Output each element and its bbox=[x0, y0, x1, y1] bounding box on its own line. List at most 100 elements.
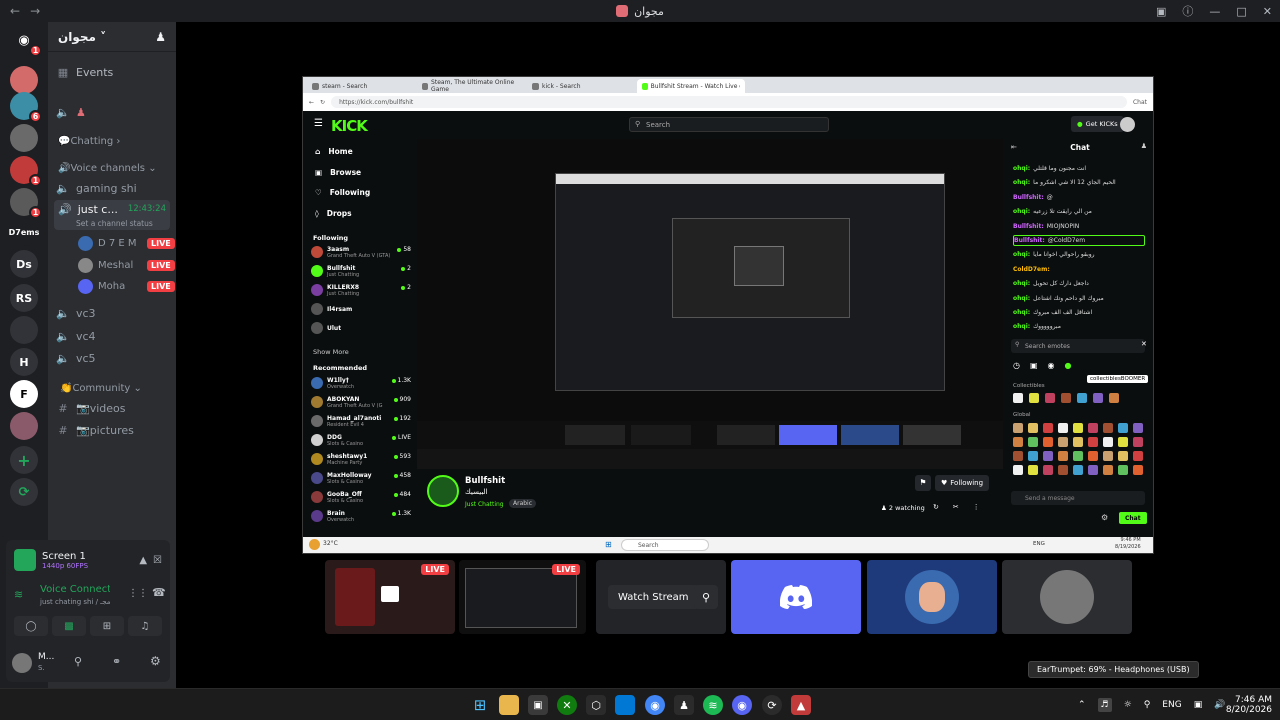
back-icon[interactable]: ← bbox=[309, 99, 314, 106]
close-window-icon[interactable]: ✕ bbox=[1263, 5, 1272, 18]
stop-share-icon[interactable]: ☒ bbox=[153, 555, 162, 566]
browser-tab[interactable]: Steam, The Ultimate Online Game bbox=[417, 79, 525, 93]
server-icon-7[interactable]: Ds bbox=[10, 250, 38, 278]
emote[interactable] bbox=[1088, 437, 1098, 447]
browser-tab-active[interactable]: Bullfshit Stream - Watch Live on Kick bbox=[637, 79, 745, 93]
inbox-icon[interactable]: ▣ bbox=[1156, 5, 1166, 18]
profile-avatar[interactable] bbox=[1120, 117, 1135, 132]
share-icon[interactable]: ↻ bbox=[933, 503, 939, 511]
inner-taskbar-search[interactable]: Search bbox=[621, 539, 709, 551]
server-header[interactable]: مجوان ˅ ♟ bbox=[48, 22, 176, 52]
text-channel-pictures[interactable]: # 📷pictures bbox=[56, 420, 166, 440]
nav-following[interactable]: ♡ Following bbox=[315, 185, 370, 199]
streamer-name[interactable]: Bullfshit bbox=[465, 476, 505, 486]
voice-channel-vc5[interactable]: 🔈 vc5 bbox=[56, 348, 166, 368]
emote[interactable] bbox=[1103, 465, 1113, 475]
recent-emotes-icon[interactable]: ◷ bbox=[1013, 361, 1020, 370]
voice-channel-gaming[interactable]: 🔈 gaming shi bbox=[56, 178, 170, 198]
kick-channel-item[interactable]: Bullfshit Just Chatting 2 bbox=[311, 262, 411, 280]
emote[interactable] bbox=[1088, 465, 1098, 475]
nav-drops[interactable]: ◊ Drops bbox=[315, 206, 352, 220]
close-emotes-icon[interactable]: ✕ bbox=[1141, 340, 1147, 348]
tray-chevron-icon[interactable]: ⌃ bbox=[1078, 700, 1086, 710]
streamer-avatar[interactable] bbox=[427, 475, 459, 507]
emote[interactable] bbox=[1133, 465, 1143, 475]
maximize-icon[interactable]: □ bbox=[1236, 5, 1246, 18]
emote[interactable] bbox=[1028, 451, 1038, 461]
stream-tile-2[interactable]: LIVE bbox=[459, 560, 586, 634]
gamepad-icon[interactable]: ▲ bbox=[139, 555, 147, 566]
menu-icon[interactable]: ☰ bbox=[314, 118, 323, 129]
server-icon-3[interactable] bbox=[10, 124, 38, 152]
screen-share-button[interactable]: ▩ bbox=[52, 616, 86, 636]
emote[interactable] bbox=[1043, 437, 1053, 447]
clock[interactable]: 7:46 AM 8/20/2026 bbox=[1226, 689, 1272, 720]
kick-channel-item[interactable]: 3aasm Grand Theft Auto V (GTA) 58 bbox=[311, 243, 411, 261]
channel-status[interactable]: Set a channel status bbox=[76, 219, 153, 228]
settings-gear-icon[interactable]: ⚙ bbox=[150, 654, 161, 668]
app-icon-2[interactable]: ♟ bbox=[674, 695, 694, 715]
emote[interactable] bbox=[1058, 437, 1068, 447]
emote[interactable] bbox=[1133, 451, 1143, 461]
file-explorer-icon[interactable] bbox=[499, 695, 519, 715]
minimize-icon[interactable]: — bbox=[1209, 5, 1220, 18]
store-icon[interactable]: ▣ bbox=[528, 695, 548, 715]
kick-channel-item[interactable]: Hamad_al7anoti Resident Evil 4 192 bbox=[311, 412, 411, 430]
chat-send-button[interactable]: Chat bbox=[1119, 512, 1147, 524]
stream-tag[interactable]: Arabic bbox=[509, 499, 537, 508]
video-player[interactable] bbox=[417, 139, 1003, 469]
start-icon[interactable]: ⊞ bbox=[470, 695, 490, 715]
kick-channel-item[interactable]: ABOKYAN Grand Theft Auto V (G 909 bbox=[311, 393, 411, 411]
text-channel-videos[interactable]: # 📷videos bbox=[56, 398, 166, 418]
collectible-emote[interactable] bbox=[1077, 393, 1087, 403]
category-voice[interactable]: 🔊Voice channels ⌄ bbox=[58, 163, 157, 174]
server-icon-12[interactable] bbox=[10, 412, 38, 440]
kick-channel-item[interactable]: KILLERX8 Just Chatting 2 bbox=[311, 281, 411, 299]
following-button[interactable]: ♥ Following bbox=[935, 475, 990, 491]
chat-users-icon[interactable]: ♟ bbox=[1141, 142, 1147, 150]
language-indicator[interactable]: ENG bbox=[1162, 700, 1181, 710]
brightness-icon[interactable]: ☼ bbox=[1124, 700, 1132, 710]
collectible-emote[interactable] bbox=[1013, 393, 1023, 403]
chat-toolbar-button[interactable]: Chat bbox=[1133, 99, 1147, 106]
kick-channel-item[interactable]: DDG Slots & Casino LIVE bbox=[311, 431, 411, 449]
collectible-emote[interactable] bbox=[1045, 393, 1055, 403]
voice-channel-unnamed[interactable]: 🔈 ♟ bbox=[56, 102, 170, 122]
kick-channel-item[interactable]: GooBa_Off Slots & Casino 484 bbox=[311, 488, 411, 506]
emote[interactable] bbox=[1073, 437, 1083, 447]
popout-icon[interactable]: ⚲ bbox=[694, 585, 718, 609]
collectible-emote[interactable] bbox=[1093, 393, 1103, 403]
collectible-emote[interactable] bbox=[1029, 393, 1039, 403]
emote[interactable] bbox=[1043, 423, 1053, 433]
kick-channel-item[interactable]: Ulut bbox=[311, 319, 411, 337]
emote[interactable] bbox=[1118, 451, 1128, 461]
more-icon[interactable]: ⋮ bbox=[973, 503, 980, 511]
server-icon-5[interactable]: 1 bbox=[10, 188, 42, 219]
server-icon-6[interactable]: D7ems bbox=[9, 218, 39, 246]
participant-tile-2[interactable] bbox=[867, 560, 997, 634]
channel-emotes-icon[interactable]: ▣ bbox=[1030, 361, 1038, 370]
server-icon-10[interactable]: H bbox=[10, 348, 38, 376]
stream-browser-window[interactable]: steam - Search Steam, The Ultimate Onlin… bbox=[302, 76, 1154, 554]
emote[interactable] bbox=[1073, 423, 1083, 433]
home-button[interactable]: ◉ 1 bbox=[10, 26, 42, 57]
emote[interactable] bbox=[1013, 451, 1023, 461]
active-voice-channel[interactable]: 🔊 just c... 12:43:24 Set a channel statu… bbox=[54, 200, 170, 230]
kick-channel-item[interactable]: Brain Overwatch 1.3K bbox=[311, 507, 411, 525]
events-item[interactable]: ▦ Events bbox=[56, 62, 170, 82]
video-toggle-button[interactable]: ◯ bbox=[14, 616, 48, 636]
soundboard-button[interactable]: ♫ bbox=[128, 616, 162, 636]
emote[interactable] bbox=[1103, 423, 1113, 433]
nav-home[interactable]: ⌂ Home bbox=[315, 144, 353, 158]
emote[interactable] bbox=[1103, 451, 1113, 461]
voice-user-moha[interactable]: Moha LIVE bbox=[78, 277, 175, 295]
kick-channel-item[interactable]: Il4rsam bbox=[311, 300, 411, 318]
emote[interactable] bbox=[1013, 437, 1023, 447]
emote[interactable] bbox=[1133, 437, 1143, 447]
app-icon-4[interactable]: ▲ bbox=[791, 695, 811, 715]
server-icon-8[interactable]: RS bbox=[10, 284, 38, 312]
participant-tile-discord[interactable] bbox=[731, 560, 861, 634]
address-bar[interactable]: https://kick.com/bullfshit bbox=[331, 96, 1127, 108]
spotify-icon[interactable]: ≋ bbox=[703, 695, 723, 715]
emote[interactable] bbox=[1133, 423, 1143, 433]
